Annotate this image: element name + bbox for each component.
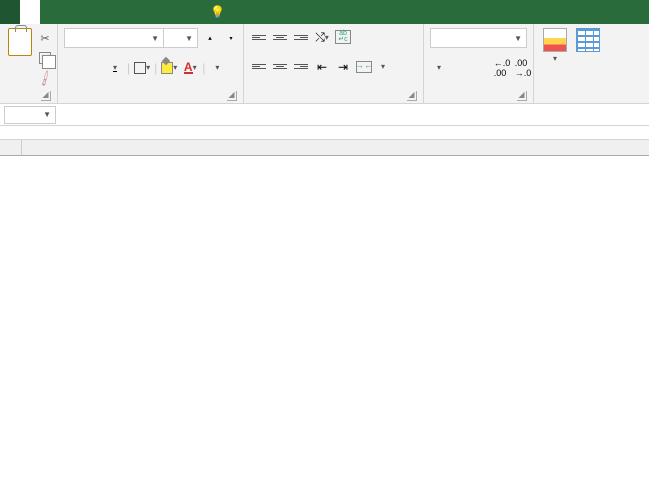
font-name-select[interactable]: ▼ [64, 28, 164, 48]
format-as-table-button[interactable] [573, 28, 603, 54]
fill-icon [161, 62, 173, 74]
tab-insert[interactable] [40, 0, 60, 24]
indent-inc-button[interactable]: ⇥ [334, 58, 352, 76]
font-color-button[interactable]: A ▾ [181, 59, 199, 77]
align-middle-button[interactable] [271, 28, 289, 46]
merge-button[interactable] [355, 58, 373, 76]
copy-icon [39, 52, 51, 64]
number-launcher[interactable]: ◢ [517, 91, 527, 101]
align-top-button[interactable] [250, 28, 268, 46]
table-format-icon [576, 28, 600, 52]
align-bottom-button[interactable] [292, 28, 310, 46]
format-painter-button[interactable]: 🖌 [34, 67, 56, 89]
currency-button[interactable]: ▾ [430, 59, 448, 77]
tab-layout[interactable] [60, 0, 80, 24]
clipboard-icon [8, 28, 32, 56]
bold-button[interactable] [64, 59, 82, 77]
font-launcher[interactable]: ◢ [227, 91, 237, 101]
percent-button[interactable] [451, 59, 469, 77]
tab-data[interactable] [100, 0, 120, 24]
bulb-icon: 💡 [210, 5, 225, 19]
tab-help[interactable] [160, 0, 180, 24]
conditional-format-icon [543, 28, 567, 52]
align-center-button[interactable] [271, 58, 289, 76]
shrink-font-button[interactable]: ▾ [222, 29, 240, 47]
tab-formula[interactable] [80, 0, 100, 24]
border-icon [134, 62, 146, 74]
name-box[interactable]: ▼ [4, 106, 56, 124]
align-left-button[interactable] [250, 58, 268, 76]
merge-icon [356, 61, 372, 73]
indent-dec-button[interactable]: ⇤ [313, 58, 331, 76]
tab-baidu[interactable] [180, 0, 200, 24]
tab-tell[interactable]: 💡 [200, 0, 239, 24]
font-size-select[interactable]: ▼ [164, 28, 198, 48]
chevron-down-icon: ▼ [43, 110, 51, 119]
wrap-text-button[interactable]: ab↵c [334, 28, 352, 46]
chevron-down-icon: ▼ [185, 34, 193, 43]
paste-button[interactable] [6, 28, 34, 56]
font-color-icon: A [184, 62, 193, 74]
fill-color-button[interactable]: ▾ [160, 59, 178, 77]
border-button[interactable]: ▾ [133, 59, 151, 77]
conditional-format-button[interactable]: ▾ [540, 28, 570, 63]
grow-font-button[interactable]: ▴ [201, 29, 219, 47]
tab-file[interactable] [0, 0, 20, 24]
tab-view[interactable] [140, 0, 160, 24]
comma-button[interactable] [472, 59, 490, 77]
clipboard-launcher[interactable]: ◢ [41, 91, 51, 101]
copy-button[interactable] [37, 50, 53, 66]
align-right-button[interactable] [292, 58, 310, 76]
orientation-button[interactable]: ⤭▾ [313, 28, 331, 46]
phonetic-button[interactable]: ▾ [208, 59, 226, 77]
chevron-down-icon: ▼ [151, 34, 159, 43]
formula-bar[interactable] [120, 106, 649, 124]
underline-button[interactable]: ▾ [106, 59, 124, 77]
align-launcher[interactable]: ◢ [407, 91, 417, 101]
wrap-icon: ab↵c [335, 30, 351, 44]
tab-home[interactable] [20, 0, 40, 24]
tab-review[interactable] [120, 0, 140, 24]
select-all-corner[interactable] [0, 140, 22, 156]
chevron-down-icon: ▼ [514, 34, 522, 43]
cut-button[interactable]: ✂ [37, 30, 53, 46]
italic-button[interactable] [85, 59, 103, 77]
decrease-decimal-button[interactable]: .00→.0 [514, 59, 532, 77]
number-format-select[interactable]: ▼ [430, 28, 527, 48]
increase-decimal-button[interactable]: ←.0.00 [493, 59, 511, 77]
